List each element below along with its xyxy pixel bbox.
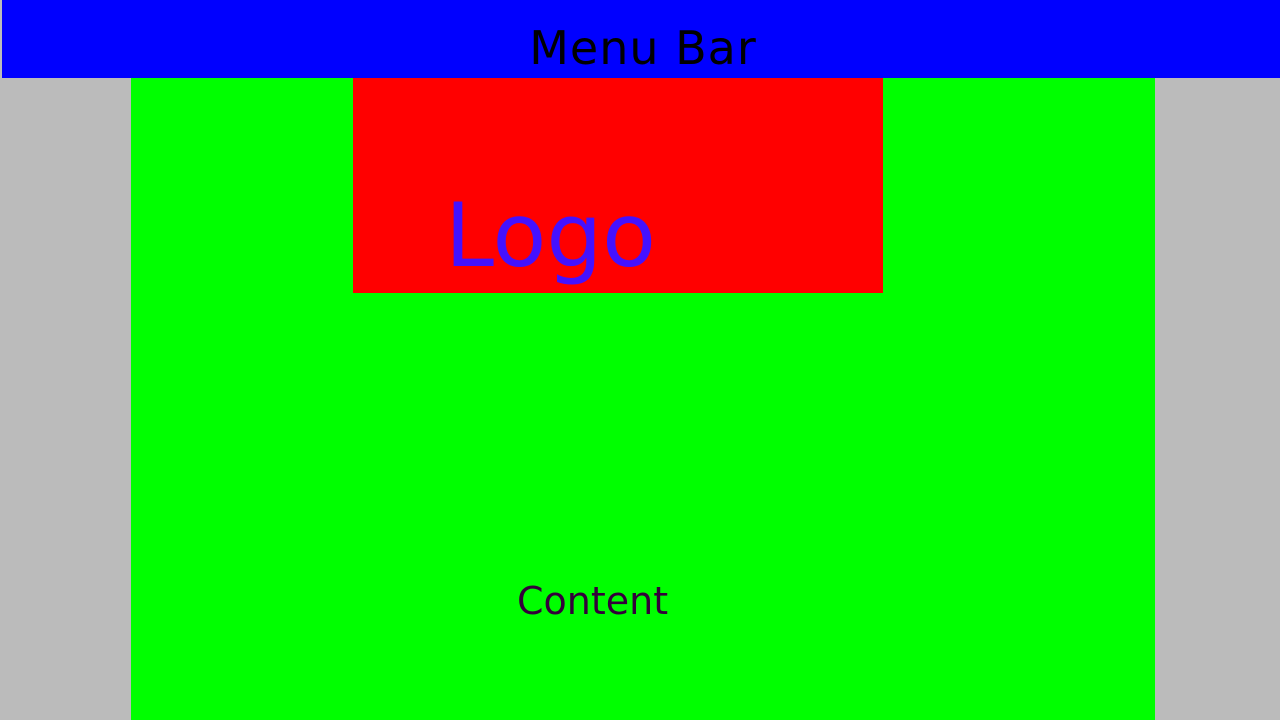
logo[interactable]: Logo xyxy=(353,78,883,293)
menu-bar[interactable]: Menu Bar xyxy=(2,0,1280,78)
content-panel: Logo Content xyxy=(131,78,1155,720)
logo-label: Logo xyxy=(445,184,657,287)
content-label: Content xyxy=(517,579,669,623)
menu-bar-label: Menu Bar xyxy=(529,21,757,75)
